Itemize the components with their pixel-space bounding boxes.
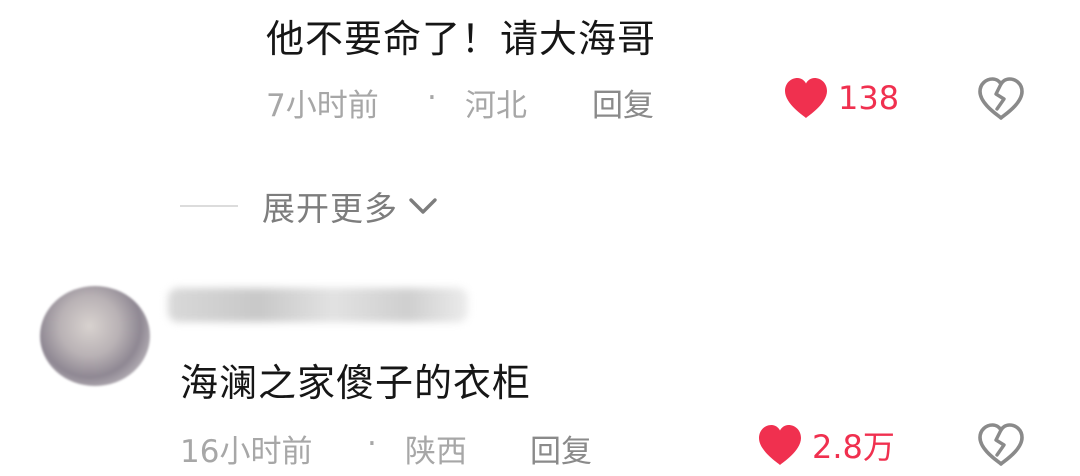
- comment-time: 7小时前: [266, 88, 379, 124]
- reply-button[interactable]: 回复: [530, 426, 592, 471]
- divider: [180, 205, 238, 207]
- broken-heart-icon: [978, 77, 1024, 120]
- broken-heart-icon: [978, 423, 1024, 466]
- comment-location: 河北: [465, 88, 527, 124]
- username-blurred[interactable]: [168, 288, 468, 322]
- expand-more-button[interactable]: 展开更多: [180, 182, 440, 230]
- dislike-button[interactable]: [975, 422, 1027, 472]
- reply-button[interactable]: 回复: [592, 80, 654, 125]
- avatar[interactable]: [40, 286, 150, 386]
- chevron-down-icon: [409, 198, 437, 214]
- like-count: 2.8万: [812, 428, 895, 466]
- meta-separator: ·: [427, 80, 437, 116]
- expand-more-label: 展开更多: [262, 189, 398, 228]
- like-count: 138: [838, 79, 900, 117]
- heart-icon: [785, 78, 827, 118]
- heart-icon: [759, 425, 801, 465]
- comment-text: 他不要命了！请大海哥: [266, 17, 657, 61]
- dislike-button[interactable]: [975, 76, 1027, 126]
- comment-location: 陕西: [405, 434, 467, 470]
- like-button[interactable]: 2.8万: [756, 422, 895, 468]
- comment-time: 16小时前: [180, 434, 313, 470]
- like-button[interactable]: 138: [782, 76, 899, 120]
- meta-separator: ·: [367, 426, 377, 462]
- comment-text: 海澜之家傻子的衣柜: [180, 361, 532, 405]
